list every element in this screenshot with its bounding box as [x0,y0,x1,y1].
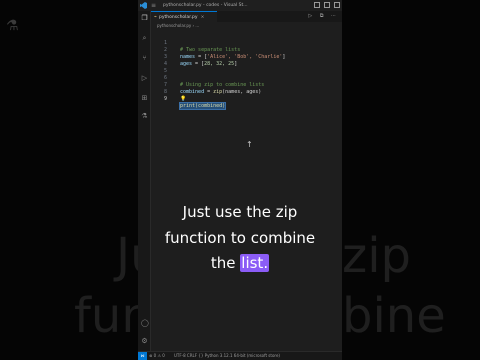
toggle-sidebar-icon[interactable] [314,2,320,8]
toggle-panel-icon[interactable] [324,2,330,8]
caption-line-3: the list. [138,254,342,272]
title-bar: ≡ pythonscholar.py - codes - Visual St..… [138,0,342,11]
caption-highlight: list. [240,254,270,272]
breadcrumb[interactable]: pythonscholar.py › ... [151,22,342,29]
menu-icon[interactable]: ≡ [151,2,157,9]
code-line: 4 [151,54,342,67]
caption-prefix: the [210,254,241,272]
search-icon[interactable]: ⌕ [141,35,148,42]
code-line: 3 ages = [28, 32, 25] [151,47,342,67]
explorer-icon[interactable]: ❐ [141,15,148,22]
problems-indicator[interactable]: ⊗ 0 ⚠ 0 [149,352,165,360]
code-line: 5 [151,61,342,74]
code-line: 2 names = ['Alice', 'Bob', 'Charlie'] [151,40,342,60]
remote-indicator-icon[interactable]: ⋈ [138,352,147,360]
window-title: pythonscholar.py - codes - Visual St... [163,3,248,8]
tab-pythonscholar[interactable]: ⌁ pythonscholar.py × [151,11,217,22]
caption-line-1: Just use the zip [182,203,298,221]
code-line: 9 print(combined) [151,89,342,110]
mouse-cursor-icon: ↑ [246,140,253,149]
tab-label: pythonscholar.py [159,14,198,20]
vscode-logo-icon [140,2,147,9]
editor-tabs: ⌁ pythonscholar.py × ▷ ⧉ ⋯ [151,11,342,22]
toggle-secondary-sidebar-icon[interactable] [334,2,340,8]
status-bar-right[interactable]: UTF-8 CRLF {} Python 3.12.1 64-bit (micr… [174,352,280,360]
line-number: 9 [163,96,167,102]
vscode-window: ≡ pythonscholar.py - codes - Visual St..… [138,0,342,360]
code-line: 8 💡 [151,82,342,102]
flask-icon: ⚗ [6,18,19,34]
background-caption-right-top: zip [342,228,411,284]
lightbulb-icon[interactable]: 💡 [180,96,186,102]
activity-bar: ❐ ⌕ ⑂ ▷ ⊞ ⚗ ◯ ⚙ [138,11,151,351]
background-caption-right-bottom: bine [342,288,446,344]
settings-gear-icon[interactable]: ⚙ [141,338,148,345]
caption-line-2: function to combine [164,229,316,247]
python-file-icon: ⌁ [154,14,158,20]
status-bar: ⋈ ⊗ 0 ⚠ 0 UTF-8 CRLF {} Python 3.12.1 64… [138,351,342,360]
selected-code[interactable]: print(combined) [178,102,227,110]
code-line: 1 # Two separate lists [151,33,342,53]
code-line: 7 combined = zip(names, ages) [151,75,342,95]
close-icon[interactable]: × [201,15,205,20]
code-line: 6 # Using zip to combine lists [151,68,342,88]
code-editor[interactable]: 1 # Two separate lists 2 names = ['Alice… [151,33,342,351]
run-and-split-icons[interactable]: ▷ ⧉ ⋯ [308,13,339,19]
extensions-icon[interactable]: ⊞ [141,95,148,102]
testing-icon[interactable]: ⚗ [141,113,148,120]
account-icon[interactable]: ◯ [141,320,149,327]
source-control-icon[interactable]: ⑂ [141,55,148,62]
layout-controls [314,2,340,8]
run-debug-icon[interactable]: ▷ [141,75,148,82]
